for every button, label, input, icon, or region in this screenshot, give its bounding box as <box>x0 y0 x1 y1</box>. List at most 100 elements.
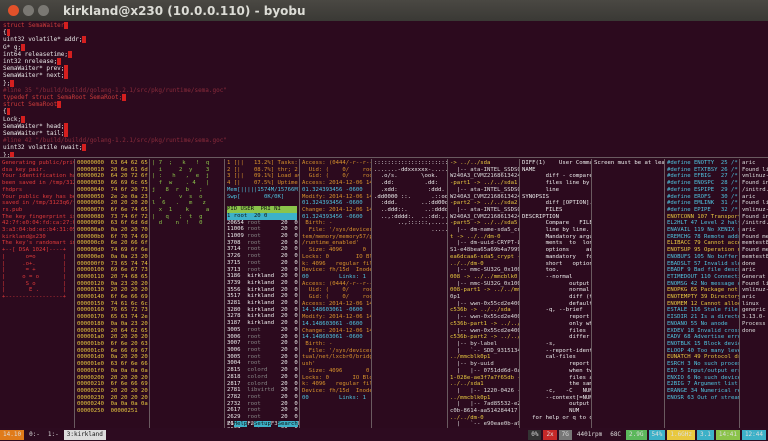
window-tab-active[interactable]: 3:kirkland <box>63 429 106 440</box>
terminal-line: -q, --brief <box>522 307 583 314</box>
process-row[interactable]: 11006 root 20 0 <box>227 226 298 233</box>
process-row[interactable]: 2782 root 20 0 <box>227 394 298 401</box>
process-row[interactable]: 3278 kirkland 20 0 <box>227 313 298 320</box>
terminal-line: files <box>522 327 586 334</box>
maximize-window-button[interactable] <box>38 5 49 16</box>
process-row[interactable]: 2818 colord 20 0 <box>227 374 298 381</box>
function-key[interactable]: F2 <box>247 421 254 427</box>
terminal-line: S1-e48bea65a69b4a7999c97e <box>450 247 520 254</box>
terminal-line: #define ETXTBSY 26 /* Text file busy */ <box>667 166 738 173</box>
terminal-line: Found lin <box>742 200 768 207</box>
process-row[interactable]: 3726 root 20 0 <box>227 253 298 260</box>
tree-pane[interactable]: -> ../../sda |-- ata-INTEL_SSDSC2C W240A3… <box>448 159 520 429</box>
process-row[interactable]: 2781 libvirtd 20 0 <box>227 387 298 394</box>
terminal-line: Access: 2014-12-06 14:37: <box>302 180 371 187</box>
process-cell: 2732 <box>227 400 248 407</box>
process-row[interactable]: 3281 kirkland 20 0 <box>227 300 298 307</box>
errno-pane[interactable]: #define ENOTTY 25 /* Not a typewriter */… <box>665 159 740 429</box>
terminal-line: Birth: - <box>302 220 333 227</box>
process-row[interactable]: 3187 kirkland 20 0 <box>227 320 298 327</box>
terminal-line: |-- ata-INTEL_SSDSC2C <box>450 186 520 193</box>
function-key[interactable]: F1 <box>227 421 234 427</box>
terminal-line: 000001a0 20 20 20 20 <box>77 334 148 341</box>
process-cell: 20 <box>280 340 295 347</box>
process-row[interactable]: 3186 kirkland 20 0 <box>227 273 298 280</box>
process-row[interactable]: 11009 root 20 0 <box>227 233 298 240</box>
process-row[interactable]: 3714 root 20 0 <box>227 246 298 253</box>
terminal-line: ........ <box>431 227 448 234</box>
process-row[interactable]: 2815 colord 20 0 <box>227 367 298 374</box>
terminal-line: 00000020 64 20 72 6f <box>77 173 148 180</box>
status-item[interactable]: 0:- <box>26 430 43 440</box>
process-row[interactable]: 3715 root 20 0 <box>227 260 298 267</box>
terminal-line: ../mmcblk0p1 <box>450 354 491 361</box>
process-cell: 2617 <box>227 407 248 414</box>
process-cell: root <box>247 346 281 353</box>
process-cell: 20 <box>280 387 295 394</box>
terminal-line: ../mmcblk0p1 <box>450 394 491 401</box>
code-line: struct SemaRoot <box>3 101 765 109</box>
terminal-line: -part2 -> ../../sda2 <box>450 200 518 207</box>
process-row[interactable]: 2617 root 20 0 <box>227 407 298 414</box>
function-key[interactable]: F3 <box>271 421 278 427</box>
process-row[interactable]: 3005 root 20 0 <box>227 327 298 334</box>
terminal-line: 1-028e-ae3f7a7f65db -> <box>450 374 520 381</box>
process-row[interactable]: 3708 root 20 0 <box>227 240 298 247</box>
process-cell: 3739 <box>227 279 248 286</box>
grub-output-pane[interactable]: aricFound linvmlinuz-3Found ini/initrd.i… <box>740 159 768 429</box>
process-row[interactable]: 3006 root 20 0 <box>227 346 298 354</box>
cmatrix-pane[interactable]: | 7 ; k ! q i 2 y 3 | : h , e j f w . 4 |… <box>150 159 225 429</box>
process-row[interactable]: 2817 colord 20 0 <box>227 380 298 388</box>
trailing-whitespace-marker <box>122 94 126 102</box>
terminal-line: Modify: 2014-12-06 14:37: <box>302 193 371 200</box>
terminal-line: 00000060 20 20 20 20 <box>77 200 148 207</box>
status-item[interactable]: 1:- <box>45 430 62 440</box>
man-diff-pane[interactable]: DIFF(1) User Commands DIFF(1)NAME diff -… <box>520 159 592 429</box>
process-row[interactable]: 3713 root 20 0 <box>227 267 298 274</box>
terminal-line: c0b-8614-aa514284417 <box>450 408 518 415</box>
terminal-line: 00000070 6f 6e 74 65 <box>77 206 148 213</box>
terminal-line: -> ../../sda <box>450 160 491 166</box>
function-key[interactable]: Setup <box>253 421 271 428</box>
htop-pane[interactable]: 1 [|| 13.2%] Tasks: 2132 [| 08.7%] thr; … <box>225 159 300 429</box>
ascii-art-pane[interactable]: :::::::::::::::::::::::::::::.......-ddx… <box>372 159 448 429</box>
process-row[interactable]: 3007 root 20 0 <box>227 340 298 347</box>
process-row[interactable]: 3006 root 20 0 <box>227 334 298 341</box>
process-cell: 20 <box>280 380 295 387</box>
process-cell: 3517 <box>227 293 248 300</box>
terminal-line: 00000180 0a 0a 23 20 <box>77 320 148 327</box>
process-row[interactable]: 2732 root 20 0 <box>227 400 298 408</box>
function-key[interactable]: Search <box>277 421 298 428</box>
status-indicator: 2.9G <box>626 429 647 440</box>
terminal-line: aric <box>742 267 756 274</box>
process-row[interactable]: 3004 root 20 0 <box>227 360 298 367</box>
process-row[interactable]: 3005 root 20 0 <box>227 354 298 361</box>
htop-selected-row: 1 root 20 0 <box>227 212 297 220</box>
status-indicator: 4401rpm <box>576 430 603 438</box>
minimize-window-button[interactable] <box>23 5 34 16</box>
process-row[interactable]: 3517 kirkland 20 0 <box>227 293 298 300</box>
ssh-keygen-pane[interactable]: Generating public/privatedsa key pair.Yo… <box>0 159 75 429</box>
function-key[interactable]: Help <box>233 421 248 428</box>
code-line: SemaWaiter* prev; <box>3 65 765 73</box>
process-row[interactable]: 20654 root 20 0 <box>227 220 298 227</box>
terminal-line: ments to long <box>522 240 592 247</box>
vim-editor-pane[interactable]: struct SemaWaiter { uint32 volatile* add… <box>0 21 768 157</box>
code-line: struct SemaWaiter <box>3 22 765 29</box>
terminal-line: Gid: ( 0/ root) <box>302 173 372 180</box>
terminal-line: Found lin <box>742 166 768 173</box>
terminal-line: EIO 5 Input/output error <box>667 367 740 374</box>
process-cell: root <box>247 253 281 260</box>
process-row[interactable]: 3280 kirkland 20 0 <box>227 307 298 314</box>
hexdump-pane[interactable]: 00000000 63 64 62 65 00000010 20 6e 61 6d… <box>75 159 150 429</box>
process-row[interactable]: 2629 root 20 0 <box>227 414 298 421</box>
process-cell: 20 <box>280 279 295 286</box>
close-window-button[interactable] <box>8 5 19 16</box>
screen-size-pane[interactable]: Screen must be at least 4 <box>592 159 665 429</box>
terminal-line: | = + | <box>2 267 66 274</box>
terminal-line: been saved in /tmp/3123q6/ <box>2 180 74 187</box>
process-row[interactable]: 3739 kirkland 20 0 <box>227 279 298 287</box>
stat-pane[interactable]: Access: (0444/-r--r--r--) Uid: ( 0/ root… <box>300 159 372 429</box>
terminal-line: ENOTCONN 107 Transport endpoint not conn… <box>667 213 740 220</box>
process-row[interactable]: 3556 kirkland 20 0 <box>227 287 298 294</box>
